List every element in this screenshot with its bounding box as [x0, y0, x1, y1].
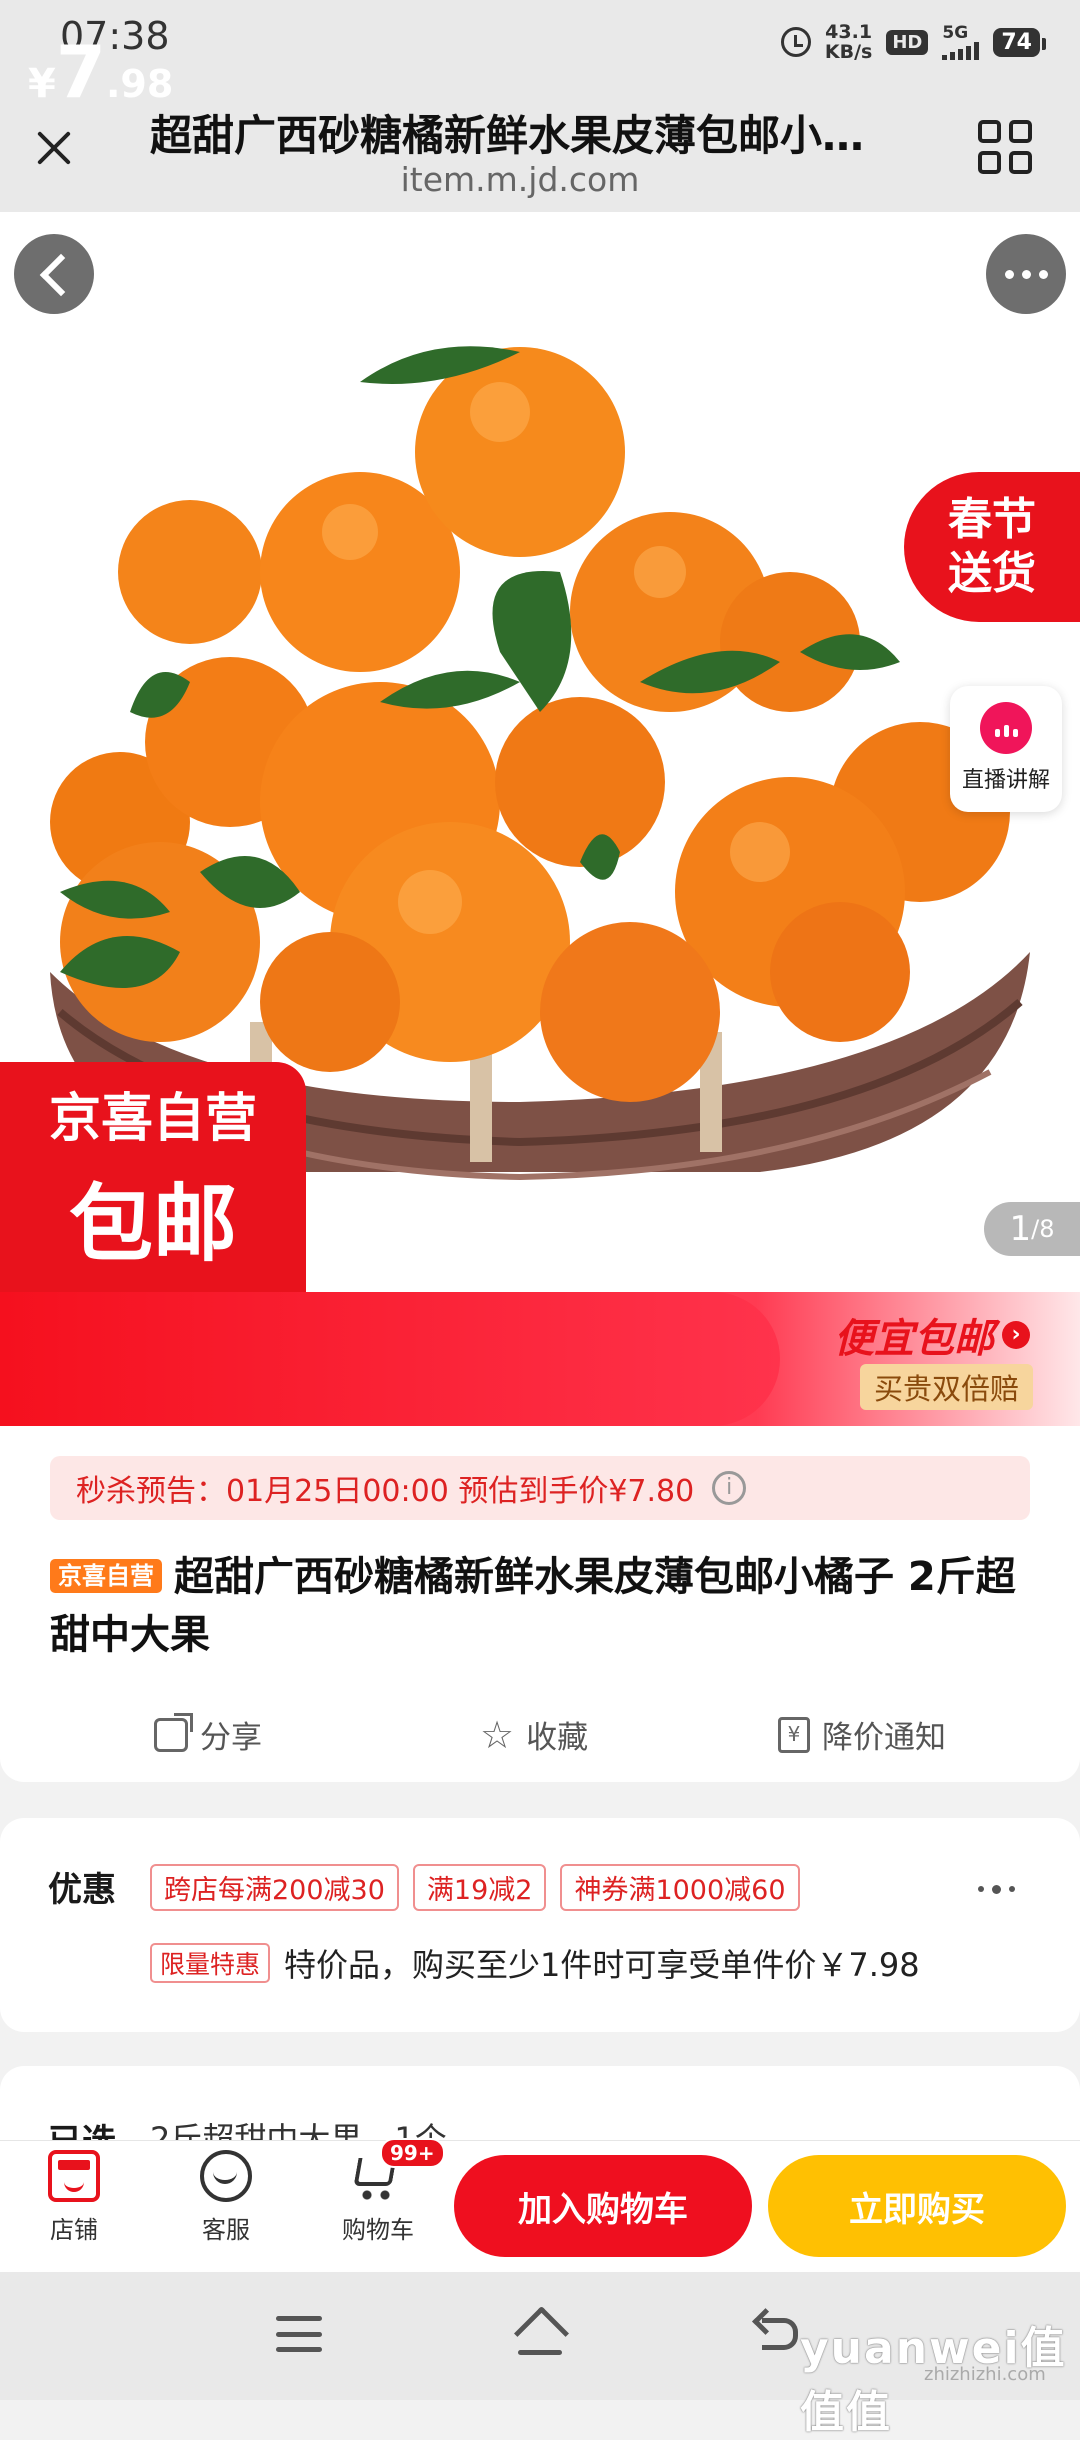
signal-icon: 5G: [942, 23, 980, 60]
badge-line2: 包邮: [68, 1174, 237, 1273]
special-offer-row: 限量特惠 特价品，购买至少1件时可享受单件价￥7.98: [150, 1940, 990, 1986]
add-to-cart-button[interactable]: 加入购物车: [454, 2155, 752, 2257]
more-options-button[interactable]: [986, 234, 1066, 314]
back-nav-icon[interactable]: [754, 2312, 804, 2356]
live-icon: [980, 702, 1032, 754]
price-alert-label: 降价通知: [822, 1720, 946, 1756]
coupon-chip[interactable]: 神券满1000减60: [560, 1864, 800, 1911]
price: ¥ 7 .98: [28, 30, 173, 114]
cart-count-badge: 99+: [380, 2138, 445, 2168]
chevron-right-icon: ›: [1002, 1321, 1030, 1349]
image-pager: 1/8: [984, 1202, 1080, 1256]
cart-label: 购物车: [342, 2216, 414, 2244]
self-operated-tag: 京喜自营: [50, 1559, 162, 1593]
live-label: 直播讲解: [961, 768, 1050, 793]
special-offer-tag: 限量特惠: [150, 1943, 271, 1983]
buy-now-button[interactable]: 立即购买: [768, 2155, 1066, 2257]
price-currency: ¥: [28, 61, 56, 107]
self-operated-free-shipping-badge: 京喜自营 包邮: [0, 1062, 306, 1292]
store-label: 店铺: [50, 2216, 98, 2244]
speed-value: 43.1: [825, 21, 873, 43]
live-explain-button[interactable]: 直播讲解: [950, 686, 1062, 812]
watermark-sub: zhizhizhi.com: [924, 2364, 1046, 2385]
favorite-label: 收藏: [526, 1720, 589, 1756]
product-title: 京喜自营 超甜广西砂糖橘新鲜水果皮薄包邮小橘子 2斤超甜中大果: [50, 1548, 1040, 1664]
network-type: 5G: [942, 23, 969, 43]
coupon-chips: 跨店每满200减30 满19减2 神券满1000减60: [150, 1864, 800, 1911]
flash-sale-text: 秒杀预告：01月25日00:00 预估到手价¥7.80: [76, 1474, 695, 1509]
favorite-button[interactable]: ☆ 收藏: [480, 1712, 588, 1757]
share-icon: [154, 1712, 193, 1752]
festival-line1: 春节: [948, 494, 1036, 545]
more-dots-icon[interactable]: [978, 1885, 1015, 1894]
page-title: 超甜广西砂糖橘新鲜水果皮薄包邮小橘子 2斤超甜中大果: [150, 111, 890, 160]
price-alert-icon: ¥: [778, 1716, 810, 1753]
star-icon: ☆: [480, 1712, 515, 1757]
flash-sale-notice[interactable]: 秒杀预告：01月25日00:00 预估到手价¥7.80 i: [50, 1456, 1030, 1520]
pager-total: /8: [1031, 1215, 1055, 1243]
home-icon[interactable]: [510, 2310, 570, 2356]
special-offer-text: 特价品，购买至少1件时可享受单件价￥7.98: [284, 1946, 920, 1984]
store-tab[interactable]: 店铺: [14, 2150, 134, 2245]
close-icon[interactable]: [30, 124, 78, 172]
hd-icon: HD: [886, 29, 929, 55]
alarm-icon: [780, 27, 811, 57]
store-icon: [48, 2150, 100, 2202]
status-icons: 43.1 KB/s HD 5G 74: [780, 20, 1046, 64]
customer-service-tab[interactable]: 客服: [166, 2150, 286, 2245]
info-icon[interactable]: i: [712, 1471, 747, 1505]
product-title-text: 超甜广西砂糖橘新鲜水果皮薄包邮小橘子 2斤超甜中大果: [50, 1554, 1016, 1658]
promotions-label: 优惠: [48, 1870, 116, 1910]
badge-line1: 京喜自营: [48, 1089, 257, 1149]
coupon-chip[interactable]: 跨店每满200减30: [150, 1864, 399, 1911]
back-button[interactable]: [14, 234, 94, 314]
cheap-free-shipping-link[interactable]: 便宜包邮 ›: [834, 1306, 1030, 1364]
festival-delivery-badge: 春节 送货: [904, 472, 1080, 622]
festival-line2: 送货: [948, 548, 1036, 599]
network-speed: 43.1 KB/s: [825, 22, 872, 62]
double-compensation-badge: 买贵双倍赔: [860, 1364, 1034, 1410]
menu-icon[interactable]: [276, 2316, 322, 2352]
price-integer: 7: [55, 30, 106, 114]
battery-icon: 74: [993, 27, 1046, 57]
price-alert-button[interactable]: ¥ 降价通知: [778, 1712, 946, 1757]
grid-menu-icon[interactable]: [978, 120, 1032, 174]
cheap-title: 便宜包邮: [834, 1316, 994, 1362]
customer-service-label: 客服: [202, 2216, 250, 2244]
pager-current: 1: [1009, 1209, 1032, 1249]
share-label: 分享: [200, 1720, 262, 1756]
share-button[interactable]: 分享: [154, 1712, 262, 1757]
speed-unit: KB/s: [824, 41, 873, 63]
coupon-chip[interactable]: 满19减2: [412, 1864, 547, 1911]
price-decimal: .98: [105, 62, 174, 106]
promotions-card[interactable]: [0, 1818, 1080, 2032]
page-url: item.m.jd.com: [400, 160, 640, 199]
customer-service-icon: [200, 2150, 252, 2202]
